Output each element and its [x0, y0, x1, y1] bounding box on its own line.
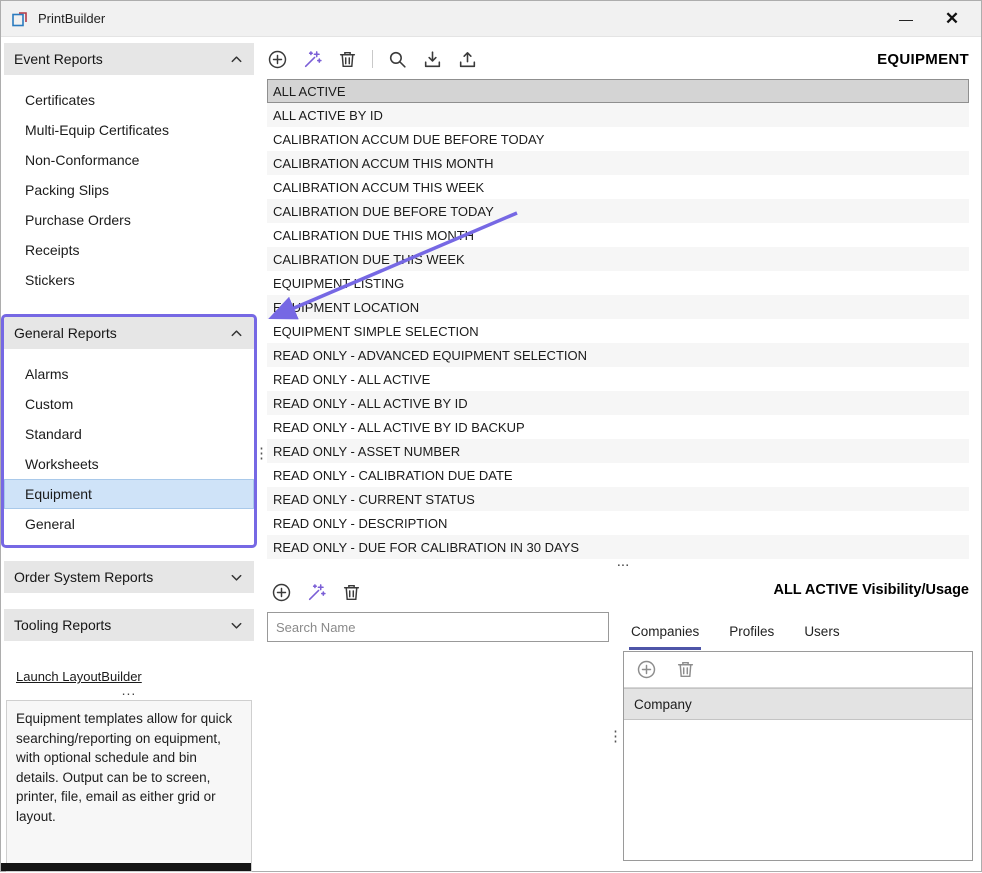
taskbar-strip: [1, 863, 251, 871]
toolbar-separator: [372, 50, 373, 68]
sidebar-item-purchase-orders[interactable]: Purchase Orders: [4, 205, 254, 235]
search-icon[interactable]: [387, 49, 408, 70]
section-items: CertificatesMulti-Equip CertificatesNon-…: [4, 75, 254, 301]
template-row-read-only-due-for-calibration-in-30-days[interactable]: READ ONLY - DUE FOR CALIBRATION IN 30 DA…: [267, 535, 969, 559]
tab-users[interactable]: Users: [802, 619, 841, 650]
template-row-calibration-due-before-today[interactable]: CALIBRATION DUE BEFORE TODAY: [267, 199, 969, 223]
template-row-all-active-by-id[interactable]: ALL ACTIVE BY ID: [267, 103, 969, 127]
template-row-calibration-accum-due-before-today[interactable]: CALIBRATION ACCUM DUE BEFORE TODAY: [267, 127, 969, 151]
sidebar-section-general-reports: General Reports AlarmsCustomStandardWorks…: [4, 317, 254, 545]
sidebar-item-worksheets[interactable]: Worksheets: [4, 449, 254, 479]
sidebar-section-order-system-reports: Order System Reports: [4, 561, 254, 593]
add-icon[interactable]: [271, 582, 292, 603]
visibility-tabs: Companies Profiles Users: [629, 619, 842, 650]
category-title: EQUIPMENT: [877, 51, 969, 68]
template-row-equipment-location[interactable]: EQUIPMENT LOCATION: [267, 295, 969, 319]
template-row-equipment-listing[interactable]: EQUIPMENT LISTING: [267, 271, 969, 295]
template-row-read-only-current-status[interactable]: READ ONLY - CURRENT STATUS: [267, 487, 969, 511]
close-button[interactable]: ✕: [929, 2, 975, 36]
company-column-header: Company: [624, 688, 972, 720]
template-row-calibration-due-this-week[interactable]: CALIBRATION DUE THIS WEEK: [267, 247, 969, 271]
sidebar-item-non-conformance[interactable]: Non-Conformance: [4, 145, 254, 175]
template-toolbar: EQUIPMENT: [267, 45, 969, 73]
tab-companies[interactable]: Companies: [629, 619, 701, 650]
chevron-down-icon[interactable]: [229, 570, 244, 585]
template-row-calibration-accum-this-month[interactable]: CALIBRATION ACCUM THIS MONTH: [267, 151, 969, 175]
sidebar-item-equipment[interactable]: Equipment: [4, 479, 254, 509]
visibility-toolbar: [624, 652, 972, 688]
app-window: PrintBuilder — ✕ Event Reports Certificat…: [0, 0, 982, 872]
sidebar-splitter-handle[interactable]: ...: [4, 686, 254, 694]
template-row-read-only-description[interactable]: READ ONLY - DESCRIPTION: [267, 511, 969, 535]
export-icon[interactable]: [457, 49, 478, 70]
template-row-read-only-advanced-equipment-selection[interactable]: READ ONLY - ADVANCED EQUIPMENT SELECTION: [267, 343, 969, 367]
import-icon[interactable]: [422, 49, 443, 70]
sidebar-section-tooling-reports: Tooling Reports: [4, 609, 254, 641]
template-row-read-only-all-active-by-id[interactable]: READ ONLY - ALL ACTIVE BY ID: [267, 391, 969, 415]
section-label: Tooling Reports: [14, 617, 111, 633]
sidebar-item-receipts[interactable]: Receipts: [4, 235, 254, 265]
template-toolbar-icons: [267, 49, 478, 70]
window-title: PrintBuilder: [38, 11, 105, 26]
chevron-up-icon[interactable]: [229, 52, 244, 67]
section-header-tooling-reports[interactable]: Tooling Reports: [4, 609, 254, 641]
title-bar: PrintBuilder — ✕: [1, 1, 981, 37]
template-row-read-only-asset-number[interactable]: READ ONLY - ASSET NUMBER: [267, 439, 969, 463]
minimize-button[interactable]: —: [883, 2, 929, 36]
sidebar-item-packing-slips[interactable]: Packing Slips: [4, 175, 254, 205]
delete-icon[interactable]: [337, 49, 358, 70]
search-toolbar: [271, 578, 362, 606]
section-label: Event Reports: [14, 51, 103, 67]
section-label: Order System Reports: [14, 569, 153, 585]
template-row-calibration-accum-this-week[interactable]: CALIBRATION ACCUM THIS WEEK: [267, 175, 969, 199]
template-list: ALL ACTIVEALL ACTIVE BY IDCALIBRATION AC…: [267, 79, 969, 559]
section-header-order-system-reports[interactable]: Order System Reports: [4, 561, 254, 593]
delete-icon[interactable]: [341, 582, 362, 603]
chevron-down-icon[interactable]: [229, 618, 244, 633]
template-row-all-active[interactable]: ALL ACTIVE: [267, 79, 969, 103]
section-items: AlarmsCustomStandardWorksheetsEquipmentG…: [4, 349, 254, 545]
visibility-usage-title: ALL ACTIVE Visibility/Usage: [773, 582, 969, 598]
sidebar-item-certificates[interactable]: Certificates: [4, 85, 254, 115]
template-row-calibration-due-this-month[interactable]: CALIBRATION DUE THIS MONTH: [267, 223, 969, 247]
tab-profiles[interactable]: Profiles: [727, 619, 776, 650]
printbuilder-logo-icon: [11, 10, 29, 28]
sidebar-item-stickers[interactable]: Stickers: [4, 265, 254, 295]
template-row-equipment-simple-selection[interactable]: EQUIPMENT SIMPLE SELECTION: [267, 319, 969, 343]
delete-icon[interactable]: [675, 659, 696, 680]
sidebar-item-general[interactable]: General: [4, 509, 254, 539]
chevron-up-icon[interactable]: [229, 326, 244, 341]
section-label: General Reports: [14, 325, 117, 341]
magic-wand-icon[interactable]: [302, 49, 323, 70]
section-header-general-reports[interactable]: General Reports: [4, 317, 254, 349]
template-description: Equipment templates allow for quick sear…: [6, 700, 252, 872]
sidebar-item-standard[interactable]: Standard: [4, 419, 254, 449]
template-row-read-only-all-active-by-id-backup[interactable]: READ ONLY - ALL ACTIVE BY ID BACKUP: [267, 415, 969, 439]
template-row-read-only-calibration-due-date[interactable]: READ ONLY - CALIBRATION DUE DATE: [267, 463, 969, 487]
add-icon[interactable]: [267, 49, 288, 70]
sidebar-item-multi-equip-certificates[interactable]: Multi-Equip Certificates: [4, 115, 254, 145]
sidebar-item-custom[interactable]: Custom: [4, 389, 254, 419]
sidebar-item-alarms[interactable]: Alarms: [4, 359, 254, 389]
sidebar-section-event-reports: Event Reports CertificatesMulti-Equip Cer…: [4, 43, 254, 301]
sidebar-sections: Event Reports CertificatesMulti-Equip Cer…: [4, 43, 254, 641]
add-icon[interactable]: [636, 659, 657, 680]
magic-wand-icon[interactable]: [306, 582, 327, 603]
sidebar: Event Reports CertificatesMulti-Equip Cer…: [1, 37, 257, 871]
template-row-read-only-all-active[interactable]: READ ONLY - ALL ACTIVE: [267, 367, 969, 391]
bottom-panels-splitter[interactable]: ⋮: [608, 727, 623, 745]
section-header-event-reports[interactable]: Event Reports: [4, 43, 254, 75]
search-name-input[interactable]: [267, 612, 609, 642]
visibility-panel: Company: [623, 651, 973, 861]
